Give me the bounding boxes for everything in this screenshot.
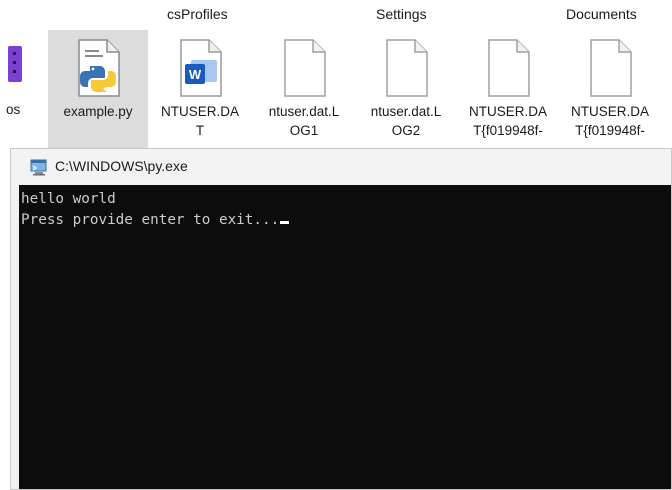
- file-name-label: NTUSER.DA T{f019948f-: [570, 104, 649, 138]
- file-item-ntuser-log2[interactable]: ntuser.dat.L OG2: [356, 30, 456, 148]
- text-cursor: [280, 221, 290, 224]
- file-name-label: ntuser.dat.L OG1: [268, 104, 340, 138]
- word-file-icon: W: [180, 39, 222, 97]
- file-name-label: NTUSER.DA T{f019948f-: [468, 104, 547, 138]
- partial-file-name: os: [6, 102, 21, 117]
- folder-label-settings[interactable]: Settings: [376, 6, 427, 22]
- folder-label-documents[interactable]: Documents: [566, 6, 637, 22]
- file-name-label: ntuser.dat.L OG2: [370, 104, 442, 138]
- file-item-ntuser-log1[interactable]: ntuser.dat.L OG1: [254, 30, 354, 148]
- folder-label-csprofiles[interactable]: csProfiles: [167, 6, 228, 22]
- file-item-ntuser-guid-2[interactable]: NTUSER.DA T{f019948f-: [560, 30, 660, 148]
- file-item-example-py[interactable]: example.py: [48, 30, 148, 148]
- file-item-ntuser-guid-1[interactable]: NTUSER.DA T{f019948f-: [458, 30, 558, 148]
- file-explorer-view: csProfiles Settings Documents os example…: [0, 0, 672, 152]
- svg-text:W: W: [189, 67, 202, 82]
- purple-app-icon[interactable]: [8, 46, 22, 82]
- python-file-icon: [78, 39, 120, 97]
- console-title: C:\WINDOWS\py.exe: [55, 158, 188, 174]
- terminal-output[interactable]: hello world Press provide enter to exit.…: [19, 185, 671, 489]
- console-window[interactable]: C:\WINDOWS\py.exe hello world Press prov…: [10, 148, 672, 490]
- console-titlebar[interactable]: C:\WINDOWS\py.exe: [11, 149, 671, 185]
- terminal-line: hello world: [21, 191, 116, 207]
- file-name-label: example.py: [63, 104, 133, 119]
- file-name-label: NTUSER.DA T: [160, 104, 239, 138]
- blank-file-icon: [590, 39, 632, 97]
- blank-file-icon: [386, 39, 428, 97]
- console-app-icon: [30, 159, 47, 176]
- terminal-line-text: Press provide enter to exit...: [21, 212, 280, 228]
- terminal-line: Press provide enter to exit...: [21, 210, 669, 231]
- blank-file-icon: [284, 39, 326, 97]
- blank-file-icon: [488, 39, 530, 97]
- file-item-ntuser-dat[interactable]: W NTUSER.DA T: [150, 30, 250, 148]
